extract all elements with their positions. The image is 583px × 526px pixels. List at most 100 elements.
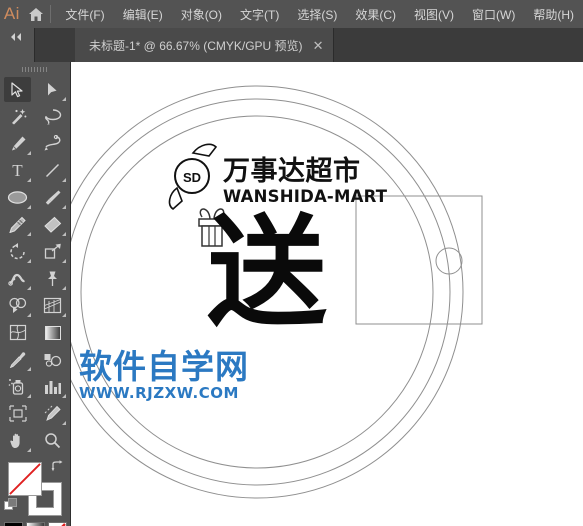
hand-tool[interactable] [0, 427, 35, 454]
symbol-sprayer-icon [8, 379, 23, 395]
tool-flyout-indicator [27, 313, 31, 317]
tool-flyout-indicator [27, 394, 31, 398]
document-tab-title: 未标题-1* @ 66.67% (CMYK/GPU 预览) [89, 38, 303, 53]
menu-view[interactable]: 视图(V) [405, 2, 463, 27]
double-chevron-left-icon [11, 33, 21, 41]
close-icon[interactable]: ✕ [313, 39, 324, 52]
menu-item-list: 文件(F) 编辑(E) 对象(O) 文字(T) 选择(S) 效果(C) 视图(V… [56, 2, 583, 27]
arrow-solid-icon [11, 81, 23, 97]
tool-flyout-indicator [62, 286, 66, 290]
color-mode-none[interactable] [47, 522, 67, 526]
curvature-tool[interactable] [35, 130, 70, 157]
shaper-pencil-icon [9, 216, 26, 233]
menu-object[interactable]: 对象(O) [172, 2, 231, 27]
swap-fill-stroke-icon[interactable] [51, 460, 64, 475]
color-mode-gradient[interactable] [25, 522, 45, 526]
line-segment-tool[interactable] [35, 157, 70, 184]
menu-type[interactable]: 文字(T) [231, 2, 288, 27]
lasso-icon [44, 109, 61, 125]
eyedropper-icon [9, 352, 25, 368]
tool-flyout-indicator [27, 205, 31, 209]
scale-icon [44, 243, 61, 259]
eraser-icon [44, 216, 62, 233]
tool-flyout-indicator [62, 232, 66, 236]
menu-select[interactable]: 选择(S) [288, 2, 346, 27]
zoom-tool[interactable] [35, 427, 70, 454]
paintbrush-tool[interactable] [35, 184, 70, 211]
shape-builder-tool[interactable] [0, 292, 35, 319]
free-transform-tool[interactable] [35, 265, 70, 292]
gradient-tool[interactable] [35, 319, 70, 346]
rotate-tool[interactable] [0, 238, 35, 265]
ellipse-tool[interactable] [0, 184, 35, 211]
tool-flyout-indicator [27, 259, 31, 263]
magic-wand-icon [11, 109, 26, 125]
panel-grip[interactable] [0, 62, 70, 76]
pen-tool[interactable] [0, 130, 35, 157]
curvature-icon [44, 135, 61, 151]
selection-tool[interactable] [0, 76, 35, 103]
eraser-tool[interactable] [35, 211, 70, 238]
brand-title-cn: 万事达超市 [223, 155, 361, 187]
gradient-swatch-icon [44, 325, 61, 340]
column-graph-tool[interactable] [35, 373, 70, 400]
tool-flyout-indicator [27, 286, 31, 290]
tool-flyout-indicator [62, 313, 66, 317]
width-tool[interactable] [0, 265, 35, 292]
sd-badge: SD [168, 143, 218, 211]
color-mode-buttons [0, 522, 70, 526]
fill-swatch[interactable] [8, 462, 42, 496]
magic-wand-tool[interactable] [0, 103, 35, 130]
hero-character: 送 [207, 204, 327, 343]
slice-tool[interactable] [35, 400, 70, 427]
artboard-tool[interactable] [0, 400, 35, 427]
tool-flyout-indicator [62, 205, 66, 209]
type-t-icon: T [12, 161, 23, 180]
document-tab[interactable]: 未标题-1* @ 66.67% (CMYK/GPU 预览) ✕ [75, 28, 335, 62]
app-logo-ai: Ai [3, 4, 20, 23]
illustrator-window: Ai 文件(F) 编辑(E) 对象(O) 文字(T) 选择(S) 效果(C) 视… [0, 0, 583, 526]
tool-grid: T [0, 76, 70, 454]
tool-flyout-indicator [62, 97, 66, 101]
bar-chart-icon [45, 380, 61, 394]
direct-selection-tool[interactable] [35, 76, 70, 103]
menu-divider [49, 5, 51, 23]
brand-lockup: SD 万事达超市 WANSHIDA-MART [168, 143, 388, 211]
type-tool[interactable]: T [0, 157, 35, 184]
menu-effect[interactable]: 效果(C) [346, 2, 405, 27]
menu-window[interactable]: 窗口(W) [463, 2, 524, 27]
menu-edit[interactable]: 编辑(E) [114, 2, 172, 27]
tool-flyout-indicator [62, 259, 66, 263]
mesh-icon [9, 324, 26, 341]
menu-file[interactable]: 文件(F) [56, 2, 113, 27]
tool-flyout-indicator [27, 367, 31, 371]
perspective-grid-icon [43, 297, 62, 314]
width-warp-icon [8, 273, 25, 286]
blend-tool[interactable] [35, 346, 70, 373]
scale-tool[interactable] [35, 238, 70, 265]
tool-flyout-indicator [27, 232, 31, 236]
document-tab-bar: 未标题-1* @ 66.67% (CMYK/GPU 预览) ✕ [0, 28, 583, 62]
document-canvas[interactable]: SD 万事达超市 WANSHIDA-MART 送 软件自学网 WWW.RJZXW… [71, 62, 583, 526]
mesh-tool[interactable] [0, 319, 35, 346]
shaper-tool[interactable] [0, 211, 35, 238]
hand-icon [10, 433, 20, 448]
artboard-icon [8, 405, 27, 422]
slice-icon [44, 405, 61, 421]
panel-collapse-button[interactable] [0, 28, 34, 62]
color-mode-color[interactable] [3, 522, 23, 526]
pen-icon [11, 136, 25, 151]
default-fill-stroke-icon[interactable] [4, 498, 18, 517]
tool-flyout-indicator [27, 448, 31, 452]
menu-help[interactable]: 帮助(H) [524, 2, 583, 27]
lasso-tool[interactable] [35, 103, 70, 130]
symbol-sprayer-tool[interactable] [0, 373, 35, 400]
tool-flyout-indicator [27, 151, 31, 155]
tool-flyout-indicator [62, 421, 66, 425]
tool-flyout-indicator [27, 178, 31, 182]
home-icon[interactable] [24, 0, 48, 28]
blend-icon [44, 353, 61, 367]
perspective-grid-tool[interactable] [35, 292, 70, 319]
artwork-svg: SD 万事达超市 WANSHIDA-MART 送 [71, 85, 483, 499]
eyedropper-tool[interactable] [0, 346, 35, 373]
